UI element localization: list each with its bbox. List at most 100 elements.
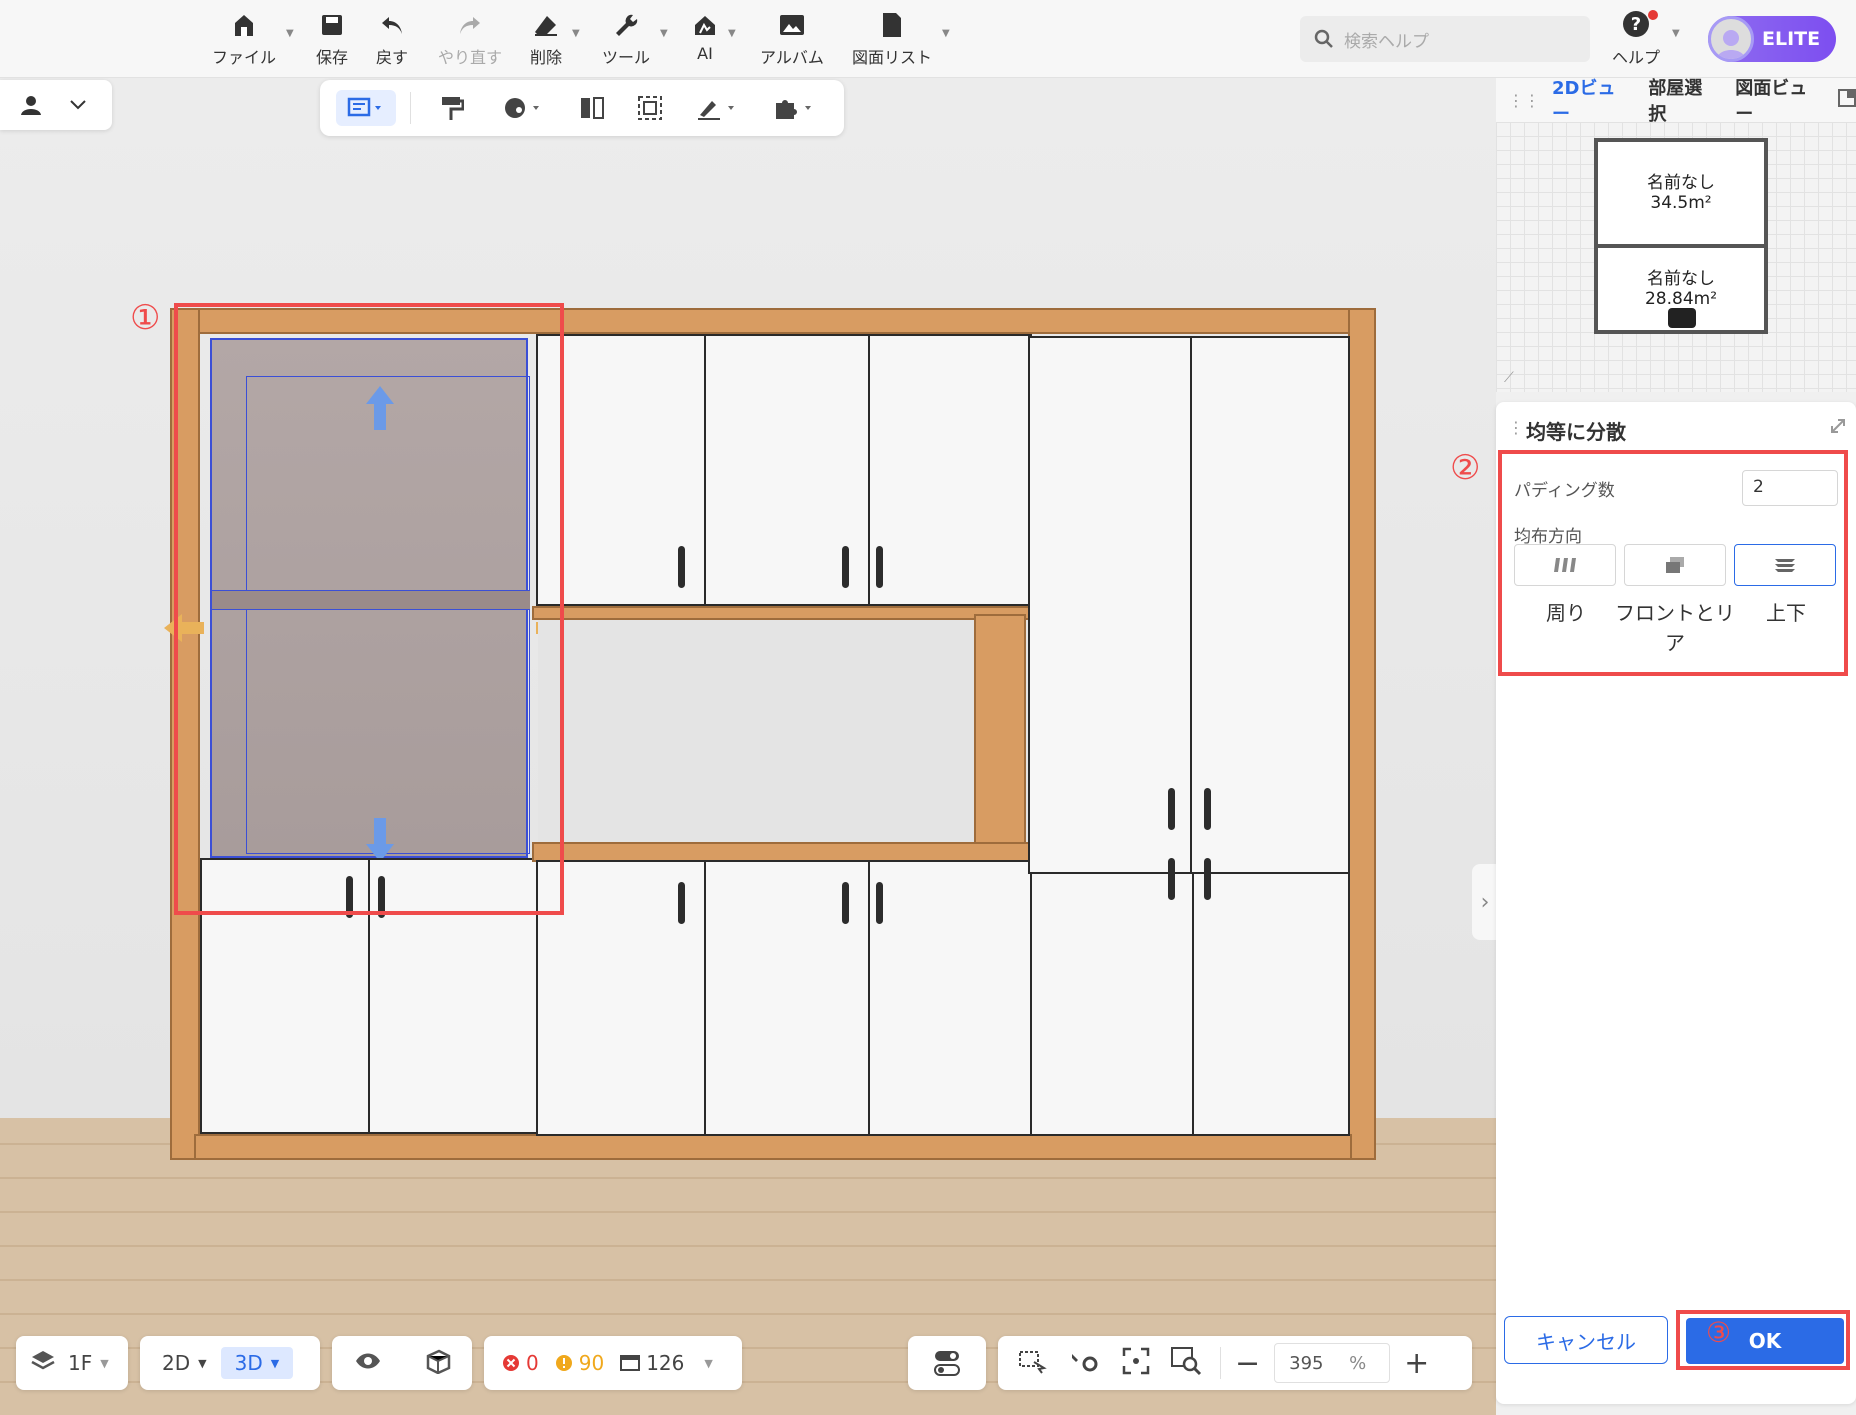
visibility-button[interactable] xyxy=(354,1351,382,1376)
toolbar-separator xyxy=(410,92,411,124)
tab-drawing-view[interactable]: 図面ビュー xyxy=(1735,74,1824,126)
redo-label: やり直す xyxy=(438,48,503,67)
camera-icon[interactable] xyxy=(1668,308,1696,328)
resize-handle-icon[interactable]: ⟋ xyxy=(1504,370,1514,386)
view-2d-button[interactable]: 2D ▼ xyxy=(148,1347,221,1379)
tab-2d-view[interactable]: 2Dビュー xyxy=(1552,74,1632,126)
user-view-selector[interactable] xyxy=(0,80,112,130)
view-settings-button[interactable] xyxy=(1070,1348,1100,1379)
popout-icon[interactable] xyxy=(1838,88,1856,112)
door-handle xyxy=(1204,858,1211,900)
right-sidebar: ⋮⋮ 2Dビュー 部屋選択 図面ビュー 名前なし 34.5m² 名前なし 28.… xyxy=(1496,78,1856,1415)
3d-viewport[interactable]: ① › xyxy=(0,78,1496,1415)
annotation-number-3: ③ xyxy=(1706,1316,1732,1349)
tools-caret-icon[interactable]: ▼ xyxy=(660,28,668,39)
mirror-button[interactable] xyxy=(572,90,612,126)
zoom-area-button[interactable] xyxy=(1170,1346,1202,1381)
toggle-settings-button[interactable] xyxy=(908,1336,986,1390)
zoom-in-button[interactable]: + xyxy=(1404,1346,1429,1381)
cabinet-door[interactable] xyxy=(1030,872,1194,1136)
niche-top-shelf xyxy=(532,606,1032,620)
cabinet-door[interactable] xyxy=(868,334,1032,606)
niche-bottom-shelf xyxy=(532,842,1032,862)
minimap-room[interactable]: 名前なし 34.5m² xyxy=(1594,138,1768,248)
chevron-right-icon: › xyxy=(1480,889,1490,915)
ai-house-icon xyxy=(690,10,720,40)
warning-count[interactable]: 90 xyxy=(555,1351,604,1375)
view-3d-button[interactable]: 3D ▼ xyxy=(220,1347,294,1379)
file-label: ファイル xyxy=(212,48,277,67)
cabinet-door[interactable] xyxy=(868,860,1032,1136)
save-button[interactable]: 保存 xyxy=(316,10,348,70)
help-search-input[interactable]: 検索ヘルプ xyxy=(1300,16,1590,62)
error-count[interactable]: 0 xyxy=(502,1351,539,1375)
door-handle xyxy=(842,882,849,924)
view-2d-caret-icon: ▼ xyxy=(198,1356,207,1370)
search-placeholder: 検索ヘルプ xyxy=(1344,31,1429,52)
help-button[interactable]: ? ヘルプ xyxy=(1612,10,1660,68)
ai-label: AI xyxy=(697,44,713,63)
status-group[interactable]: 0 90 126 ▼ xyxy=(484,1336,742,1390)
floor-label: 1F xyxy=(68,1351,93,1375)
drag-handle-icon[interactable]: ⋮⋮ xyxy=(1508,91,1540,110)
minimap-header: ⋮⋮ 2Dビュー 部屋選択 図面ビュー xyxy=(1496,78,1856,125)
paint-roller-button[interactable] xyxy=(432,90,472,126)
panel-drag-handle-icon[interactable]: ⋮ xyxy=(1508,418,1524,437)
select-tool-button[interactable] xyxy=(336,90,396,126)
item-count-label: 126 xyxy=(646,1351,685,1375)
door-handle xyxy=(1168,788,1175,830)
cube-view-button[interactable] xyxy=(425,1348,451,1379)
redo-icon xyxy=(455,10,485,40)
cabinet-door[interactable] xyxy=(1192,872,1350,1136)
help-label: ヘルプ xyxy=(1612,48,1661,67)
delete-caret-icon[interactable]: ▼ xyxy=(572,28,580,39)
cabinet-door[interactable] xyxy=(1190,336,1350,874)
search-icon xyxy=(1314,29,1333,48)
chevron-down-icon xyxy=(70,100,86,110)
zoom-input[interactable]: 395 % xyxy=(1274,1343,1391,1383)
view-3d-label: 3D xyxy=(234,1351,263,1375)
drawing-list-label: 図面リスト xyxy=(852,48,933,67)
focus-button[interactable] xyxy=(1122,1347,1150,1380)
undo-button[interactable]: 戻す xyxy=(376,10,408,70)
undo-label: 戻す xyxy=(376,48,409,67)
cancel-button[interactable]: キャンセル xyxy=(1504,1316,1668,1364)
view-mode-switch: 2D ▼ 3D ▼ xyxy=(140,1336,320,1390)
panel-title: 均等に分散 xyxy=(1526,420,1626,444)
eye-icon xyxy=(355,1353,380,1368)
panel-collapse-toggle[interactable]: › xyxy=(1472,864,1496,940)
floor-selector[interactable]: 1F ▼ xyxy=(16,1336,128,1390)
annotation-box-2 xyxy=(1498,450,1848,676)
ai-button[interactable]: AI xyxy=(690,10,720,70)
cabinet-base-board xyxy=(194,1134,1352,1160)
avatar[interactable] xyxy=(1708,16,1754,62)
file-button[interactable]: ファイル xyxy=(212,10,276,70)
brush-button[interactable] xyxy=(688,90,746,126)
tools-button[interactable]: ツール xyxy=(602,10,650,70)
drawing-list-button[interactable]: 図面リスト xyxy=(852,10,932,70)
ai-caret-icon[interactable]: ▼ xyxy=(728,28,736,39)
help-caret-icon[interactable]: ▼ xyxy=(1672,28,1680,39)
zoom-out-button[interactable]: − xyxy=(1235,1346,1260,1381)
drawing-list-caret-icon[interactable]: ▼ xyxy=(942,28,950,39)
plugin-button[interactable] xyxy=(764,90,824,126)
redo-button[interactable]: やり直す xyxy=(438,10,502,70)
brush-icon xyxy=(698,101,734,120)
annotation-box-1 xyxy=(174,303,564,915)
tab-room-select[interactable]: 部屋選択 xyxy=(1648,74,1719,126)
album-button[interactable]: アルバム xyxy=(760,10,824,70)
expand-icon[interactable] xyxy=(1830,418,1846,438)
minimap[interactable]: 名前なし 34.5m² 名前なし 28.84m² ⟋ xyxy=(1496,122,1856,392)
room-name: 名前なし xyxy=(1647,173,1715,193)
door-handle xyxy=(876,882,883,924)
group-button[interactable] xyxy=(630,90,670,126)
view-settings-icon xyxy=(1072,1353,1098,1371)
item-count[interactable]: 126 xyxy=(620,1351,684,1375)
mirror-icon xyxy=(581,97,604,119)
display-group xyxy=(332,1336,472,1390)
material-button[interactable] xyxy=(494,90,552,126)
file-caret-icon[interactable]: ▼ xyxy=(286,28,294,39)
delete-button[interactable]: 削除 xyxy=(530,10,562,70)
elite-badge[interactable]: ELITE xyxy=(1708,16,1836,62)
fit-selection-button[interactable] xyxy=(1018,1348,1048,1379)
